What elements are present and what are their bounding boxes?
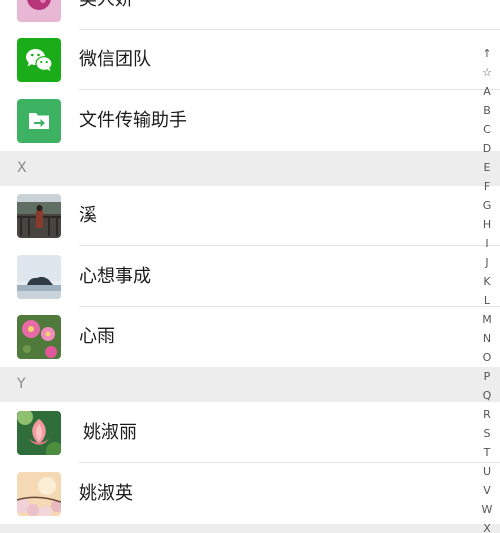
index-letter[interactable]: J (480, 253, 494, 272)
index-letter[interactable]: N (480, 329, 494, 348)
index-letter[interactable]: O (480, 348, 494, 367)
contact-name: 文件传输助手 (79, 110, 187, 131)
avatar-pink-flowers-photo (17, 315, 61, 359)
index-letter[interactable]: F (480, 177, 494, 196)
contact-name: 心想事成 (79, 266, 151, 287)
avatar-pink-photo (17, 0, 61, 22)
index-letter[interactable]: V (480, 481, 494, 500)
contact-row-partial[interactable]: 美人娇 (0, 0, 500, 30)
index-letter[interactable]: E (480, 158, 494, 177)
avatar-sea-island-photo (17, 255, 61, 299)
index-letter[interactable]: ↑ (480, 44, 494, 63)
section-letter: Y (17, 376, 26, 392)
row-divider (79, 89, 500, 90)
contact-row-wechat-team[interactable]: 微信团队 (0, 30, 500, 90)
contact-name: 微信团队 (79, 49, 151, 70)
section-header-x: X (0, 151, 500, 186)
contact-row-xinxiangshicheng[interactable]: 心想事成 (0, 247, 500, 307)
contact-row-file-transfer[interactable]: 文件传输助手 (0, 91, 500, 151)
index-letter[interactable]: D (480, 139, 494, 158)
index-letter[interactable]: R (480, 405, 494, 424)
contact-name: 美人娇 (79, 0, 133, 30)
section-header-partial (0, 524, 500, 533)
contact-row-xi[interactable]: 溪 (0, 186, 500, 246)
contact-name: 姚淑英 (79, 483, 133, 504)
index-letter[interactable]: W (480, 500, 494, 519)
section-letter: X (17, 160, 27, 176)
index-letter[interactable]: L (480, 291, 494, 310)
contact-row-xinyu[interactable]: 心雨 (0, 307, 500, 367)
wechat-icon (17, 38, 61, 82)
section-header-y: Y (0, 367, 500, 402)
row-divider (79, 462, 500, 463)
index-letter[interactable]: U (480, 462, 494, 481)
avatar-blossom-sunset-photo (17, 472, 61, 516)
index-letter[interactable]: P (480, 367, 494, 386)
contact-name: 溪 (79, 205, 97, 226)
row-divider (79, 245, 500, 246)
index-letter[interactable]: ☆ (480, 63, 494, 82)
index-letter[interactable]: G (480, 196, 494, 215)
file-transfer-icon (17, 99, 61, 143)
index-letter[interactable]: M (480, 310, 494, 329)
index-letter[interactable]: C (480, 120, 494, 139)
contact-list: 美人娇 微信团队 (0, 0, 500, 533)
contact-row-yaoshuying[interactable]: 姚淑英 (0, 464, 500, 524)
index-letter[interactable]: A (480, 82, 494, 101)
contact-name: 心雨 (79, 326, 115, 347)
contact-row-yaoshuli[interactable]: 姚淑丽 (0, 403, 500, 463)
index-letter[interactable]: S (480, 424, 494, 443)
index-letter[interactable]: K (480, 272, 494, 291)
index-letter[interactable]: X (480, 519, 494, 533)
index-letter[interactable]: T (480, 443, 494, 462)
index-letter[interactable]: H (480, 215, 494, 234)
alphabet-index-bar[interactable]: ↑ ☆ A B C D E F G H I J K L M N O P Q R S T U V W X (480, 44, 494, 533)
index-letter[interactable]: I (480, 234, 494, 253)
avatar-lotus-photo (17, 411, 61, 455)
index-letter[interactable]: B (480, 101, 494, 120)
contact-name: 姚淑丽 (83, 422, 137, 443)
avatar-balcony-photo (17, 194, 61, 238)
index-letter[interactable]: Q (480, 386, 494, 405)
